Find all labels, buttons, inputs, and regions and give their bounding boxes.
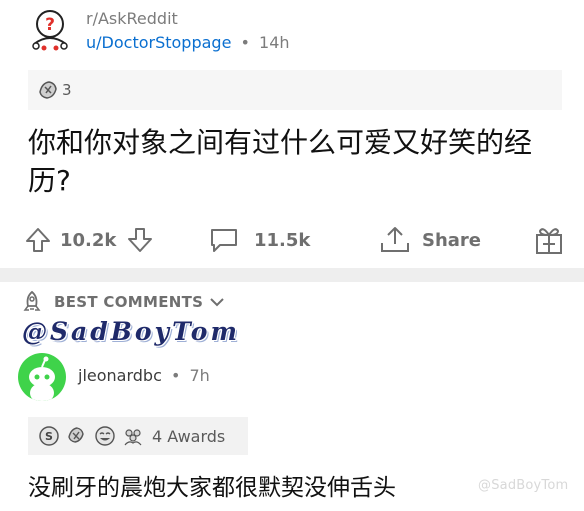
- post-author-link[interactable]: u/DoctorStoppage: [86, 33, 231, 52]
- avatar[interactable]: [18, 353, 66, 401]
- post-action-bar: 10.2k 11.5k Share: [0, 218, 584, 262]
- post-header: ? r/AskReddit u/DoctorStoppage • 14h: [0, 0, 584, 64]
- share-button[interactable]: Share: [378, 218, 481, 262]
- post-award-strip[interactable]: 3: [28, 70, 562, 110]
- comments-button[interactable]: 11.5k: [208, 218, 310, 262]
- comment-bubble-icon: [211, 229, 237, 252]
- vote-group: 10.2k: [24, 218, 154, 262]
- downvote-icon[interactable]: [126, 226, 154, 254]
- upvote-icon[interactable]: [24, 226, 52, 254]
- comment-header: jleonardbc • 7h: [18, 353, 578, 403]
- comment-award-label: 4 Awards: [152, 426, 226, 446]
- comment-meta: jleonardbc • 7h: [78, 366, 210, 385]
- comment-count: 11.5k: [254, 229, 311, 251]
- subreddit-avatar-icon[interactable]: ?: [28, 8, 72, 52]
- award-hands-icon: [39, 81, 57, 99]
- comment-age: 7h: [189, 366, 210, 385]
- post-award-count: 3: [62, 81, 72, 99]
- people-group-icon: [124, 429, 142, 446]
- watermark-overlay: @SadBoyTom: [22, 317, 240, 346]
- meta-separator: •: [240, 33, 250, 52]
- upvote-count: 10.2k: [60, 229, 117, 251]
- chevron-down-icon: [210, 298, 225, 307]
- comment-author-link[interactable]: jleonardbc: [78, 366, 162, 385]
- watermark-overlay: @SadBoyTom: [478, 478, 569, 493]
- gift-award-icon[interactable]: [534, 224, 564, 256]
- silver-coin-icon: S: [39, 426, 59, 446]
- rocket-icon: [23, 290, 41, 311]
- comment-award-strip[interactable]: S 4 Awards: [28, 417, 248, 455]
- share-icon: [381, 227, 409, 252]
- snoo-avatar-icon: [29, 356, 55, 401]
- share-label: Share: [422, 229, 482, 251]
- comment-sort-button[interactable]: BEST COMMENTS: [20, 288, 225, 316]
- award-hands-icon: [68, 427, 84, 443]
- comment-body: 没刷牙的晨炮大家都很默契没伸舌头: [28, 475, 396, 501]
- post-meta: u/DoctorStoppage • 14h: [86, 33, 290, 52]
- svg-text:?: ?: [45, 15, 55, 35]
- section-divider: [0, 268, 584, 282]
- sort-label: BEST COMMENTS: [54, 293, 204, 311]
- subreddit-name[interactable]: r/AskReddit: [86, 9, 178, 28]
- meta-separator: •: [170, 366, 181, 385]
- post-age: 14h: [259, 33, 290, 52]
- svg-text:S: S: [45, 430, 53, 443]
- post-title: 你和你对象之间有过什么可爱又好笑的经历?: [28, 126, 533, 197]
- laughing-face-icon: [95, 426, 115, 446]
